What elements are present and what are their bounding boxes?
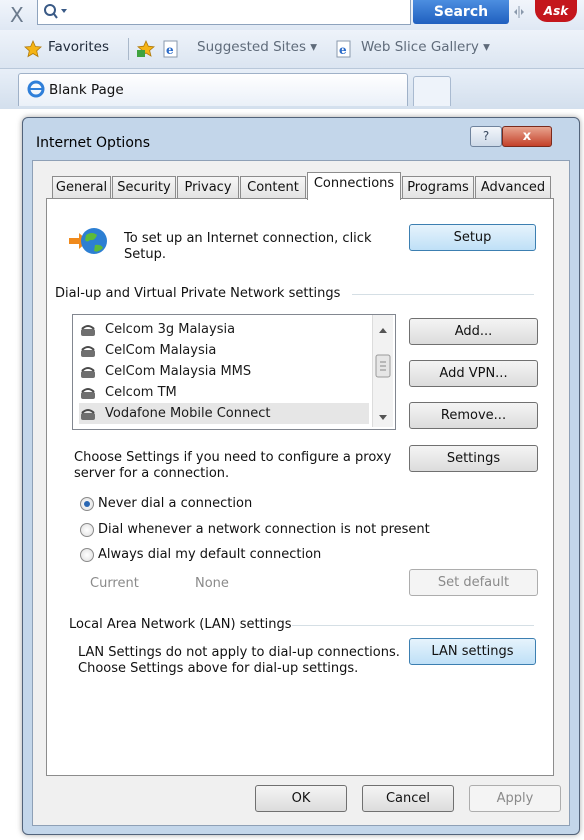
ok-button[interactable]: OK — [255, 785, 347, 812]
tab-connections[interactable]: Connections — [307, 172, 401, 200]
add-button[interactable]: Add... — [409, 318, 538, 345]
network-globe-icon — [69, 228, 107, 254]
dialup-connection-icon — [79, 344, 97, 358]
dialup-connection-icon — [79, 386, 97, 400]
search-button[interactable]: Search — [413, 0, 509, 24]
connections-panel — [46, 198, 554, 776]
current-value: None — [195, 576, 229, 591]
ask-logo[interactable]: Ask — [535, 0, 577, 22]
set-default-button[interactable]: Set default — [409, 569, 538, 596]
settings-button[interactable]: Settings — [409, 445, 538, 472]
tab-general[interactable]: General — [52, 176, 111, 199]
web-slice-gallery-link[interactable]: Web Slice Gallery ▾ — [361, 39, 490, 55]
new-tab-button[interactable] — [413, 76, 451, 106]
close-icon[interactable]: X — [10, 3, 24, 27]
svg-text:e: e — [166, 43, 174, 57]
lan-description-line2: Choose Settings above for dial-up settin… — [78, 661, 359, 676]
setup-description-line2: Setup. — [124, 247, 166, 262]
list-item[interactable]: Celcom TM — [79, 382, 177, 403]
browser-tab-title: Blank Page — [49, 82, 124, 98]
list-scrollbar[interactable] — [372, 315, 393, 427]
dialog-title: Internet Options — [36, 135, 151, 151]
divider — [352, 294, 534, 295]
lan-settings-button[interactable]: LAN settings — [409, 638, 536, 665]
ie-page-icon: e — [336, 40, 351, 58]
remove-button[interactable]: Remove... — [409, 402, 538, 429]
list-item[interactable]: CelCom Malaysia MMS — [79, 361, 251, 382]
favorites-star-icon[interactable] — [24, 40, 42, 58]
cancel-button[interactable]: Cancel — [362, 785, 454, 812]
apply-button[interactable]: Apply — [469, 785, 561, 812]
lan-group-label: Local Area Network (LAN) settings — [69, 617, 292, 632]
tab-advanced[interactable]: Advanced — [475, 176, 551, 199]
browser-tab[interactable]: Blank Page — [18, 73, 408, 106]
list-item[interactable]: Celcom 3g Malaysia — [79, 319, 235, 340]
current-label: Current — [90, 576, 139, 591]
scrollbar-arrows-icon[interactable] — [373, 315, 393, 427]
tab-programs[interactable]: Programs — [402, 176, 474, 199]
add-vpn-button[interactable]: Add VPN... — [409, 360, 538, 387]
dialup-group-label: Dial-up and Virtual Private Network sett… — [55, 286, 341, 301]
radio-always-dial[interactable] — [80, 548, 94, 562]
ie-page-icon: e — [163, 40, 178, 58]
radio-never-dial-label[interactable]: Never dial a connection — [98, 496, 252, 512]
tab-content[interactable]: Content — [240, 176, 306, 199]
search-input[interactable] — [37, 0, 411, 25]
radio-never-dial[interactable] — [80, 497, 94, 511]
tab-privacy[interactable]: Privacy — [177, 176, 239, 199]
radio-dial-whenever-label[interactable]: Dial whenever a network connection is no… — [98, 522, 430, 538]
divider — [292, 625, 534, 626]
dialup-connection-icon — [79, 323, 97, 337]
favorites-button[interactable]: Favorites — [48, 39, 109, 55]
dialup-connection-icon — [79, 407, 97, 421]
help-button[interactable]: ? — [470, 126, 502, 147]
add-to-favorites-icon[interactable] — [136, 40, 156, 58]
proxy-description-line2: server for a connection. — [74, 466, 230, 481]
list-item[interactable]: Vodafone Mobile Connect — [79, 403, 369, 424]
dialog-close-button[interactable]: x — [502, 126, 552, 147]
divider — [128, 38, 129, 60]
connections-list[interactable]: Celcom 3g Malaysia CelCom Malaysia CelCo… — [72, 314, 396, 430]
suggested-sites-link[interactable]: Suggested Sites ▾ — [197, 39, 317, 55]
setup-description: To set up an Internet connection, click — [124, 231, 372, 246]
svg-text:e: e — [339, 43, 347, 57]
search-icon[interactable] — [42, 2, 68, 22]
proxy-description: Choose Settings if you need to configure… — [74, 450, 392, 465]
dialup-connection-icon — [79, 365, 97, 379]
lan-description: LAN Settings do not apply to dial-up con… — [78, 645, 400, 660]
toolbar-options-icon[interactable] — [512, 5, 526, 19]
radio-always-dial-label[interactable]: Always dial my default connection — [98, 547, 321, 563]
setup-button[interactable]: Setup — [409, 224, 536, 251]
ie-logo-icon — [27, 80, 45, 98]
radio-dial-whenever[interactable] — [80, 523, 94, 537]
tab-security[interactable]: Security — [112, 176, 176, 199]
list-item[interactable]: CelCom Malaysia — [79, 340, 216, 361]
